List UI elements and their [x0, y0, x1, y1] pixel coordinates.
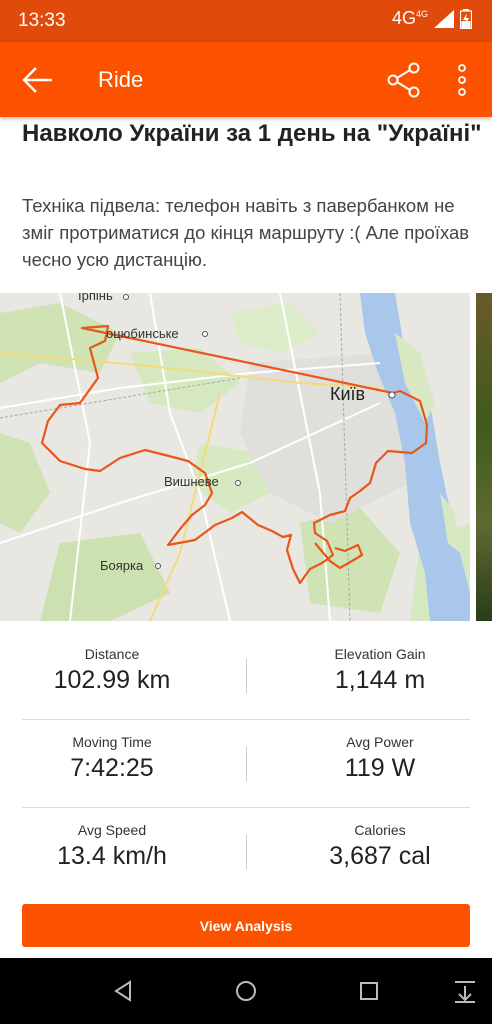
- stats-row: Avg Speed 13.4 km/h Calories 3,687 cal: [22, 808, 470, 896]
- battery-icon: [460, 8, 472, 29]
- home-circle-icon[interactable]: [233, 978, 259, 1004]
- share-button[interactable]: [384, 60, 424, 100]
- map-label-kyiv: Київ: [330, 384, 366, 404]
- more-options-button[interactable]: [450, 62, 474, 98]
- stat-label: Moving Time: [72, 734, 152, 750]
- stat-avg-speed: Avg Speed 13.4 km/h: [0, 808, 224, 871]
- activity-title: Навколо України за 1 день на "Україні": [22, 120, 482, 147]
- stat-value: 1,144 m: [334, 666, 426, 694]
- app-bar: Ride: [0, 42, 492, 117]
- stat-label: Avg Power: [346, 734, 414, 750]
- stat-calories: Calories 3,687 cal: [268, 808, 492, 871]
- stat-distance: Distance 102.99 km: [0, 632, 224, 695]
- back-triangle-icon[interactable]: [110, 978, 136, 1004]
- map-label-vyshneve: Вишневе: [164, 474, 219, 489]
- map-label-kotsiubynske: оцюбинське: [106, 326, 179, 341]
- stat-divider: [246, 834, 247, 870]
- status-time: 13:33: [18, 10, 66, 31]
- activity-photo-thumbnail[interactable]: [476, 293, 492, 621]
- stats-row: Distance 102.99 km Elevation Gain 1,144 …: [22, 632, 470, 720]
- map-label-irpin: Ірпінь: [78, 293, 113, 303]
- share-icon: [387, 62, 420, 98]
- signal-icon: [434, 9, 454, 28]
- stat-value: 119 W: [344, 754, 416, 782]
- stat-value: 3,687 cal: [329, 842, 431, 870]
- stat-label: Elevation Gain: [334, 646, 426, 662]
- status-indicators: 4G4G: [392, 8, 472, 29]
- stat-divider: [246, 658, 247, 694]
- network-type: 4G4G: [391, 8, 428, 28]
- map-label-boiarka: Боярка: [100, 558, 144, 573]
- stat-label: Calories: [354, 822, 406, 838]
- stat-elevation-gain: Elevation Gain 1,144 m: [268, 632, 492, 695]
- stat-avg-power: Avg Power 119 W: [268, 720, 492, 783]
- view-analysis-button[interactable]: View Analysis: [22, 904, 470, 947]
- stat-label: Avg Speed: [77, 822, 147, 838]
- system-nav-bar: [0, 958, 492, 1024]
- more-vert-icon: [458, 64, 466, 96]
- back-button[interactable]: [18, 62, 58, 98]
- activity-stats: Distance 102.99 km Elevation Gain 1,144 …: [0, 632, 492, 896]
- notification-pull-icon[interactable]: [452, 978, 478, 1004]
- status-bar: 13:33 4G4G: [0, 0, 492, 42]
- stat-value: 102.99 km: [53, 666, 171, 694]
- stat-value: 13.4 km/h: [57, 842, 167, 870]
- stat-label: Distance: [84, 646, 140, 662]
- activity-description: Техніка підвела: телефон навіть з паверб…: [22, 195, 470, 270]
- back-arrow-icon: [22, 67, 52, 93]
- map-background: [0, 293, 470, 621]
- stat-moving-time: Moving Time 7:42:25: [0, 720, 224, 783]
- stats-row: Moving Time 7:42:25 Avg Power 119 W: [22, 720, 470, 808]
- screen-title: Ride: [98, 67, 144, 92]
- recents-square-icon[interactable]: [356, 978, 382, 1004]
- stat-divider: [246, 746, 247, 782]
- stat-value: 7:42:25: [70, 754, 154, 782]
- route-map[interactable]: Ірпінь оцюбинське Київ Вишневе Боярка: [0, 293, 470, 621]
